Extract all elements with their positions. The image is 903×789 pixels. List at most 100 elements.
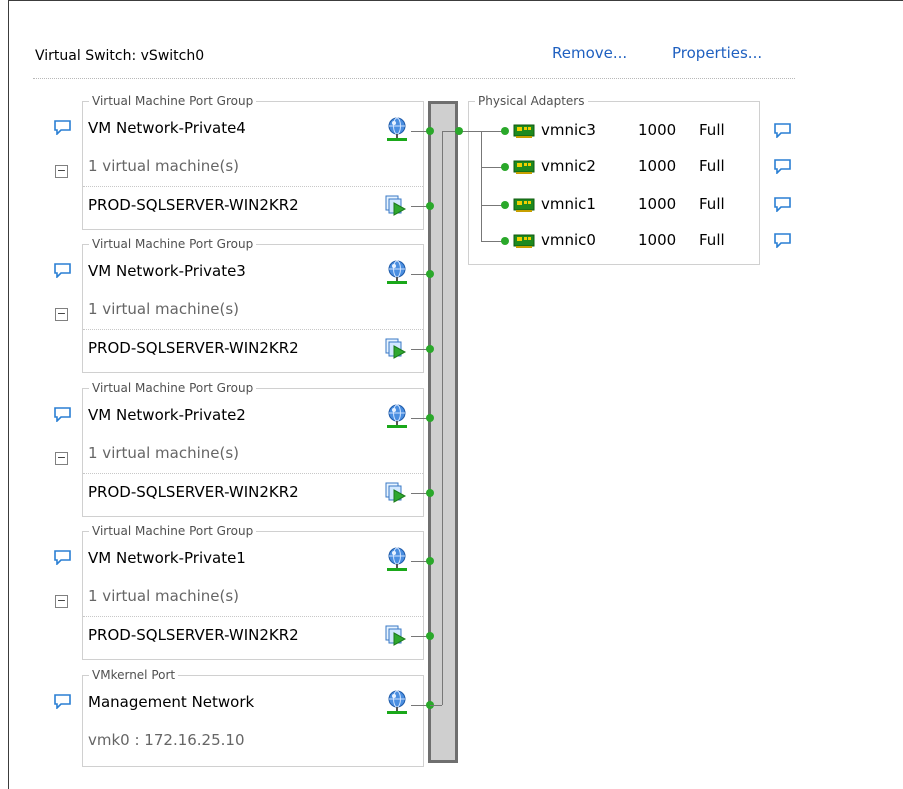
adapter-speed: 1000 — [638, 121, 677, 139]
port-group-name: VM Network-Private3 — [88, 262, 246, 280]
port-group-name: VM Network-Private1 — [88, 549, 246, 567]
vm-row[interactable]: PROD-SQLSERVER-WIN2KR2 — [83, 186, 423, 223]
vm-row[interactable]: PROD-SQLSERVER-WIN2KR2 — [83, 473, 423, 510]
group-type-label: VMkernel Port — [89, 667, 179, 683]
collapse-toggle[interactable]: − — [55, 308, 68, 321]
port-group-name-row[interactable]: VM Network-Private2 — [83, 397, 423, 433]
uplink-connector — [442, 131, 505, 132]
vm-count-label: 1 virtual machine(s) — [88, 587, 240, 605]
vmkernel-address-row: vmk0 : 172.16.25.10 — [83, 722, 423, 758]
network-globe-icon — [385, 689, 411, 717]
group-type-label: Virtual Machine Port Group — [89, 93, 257, 109]
speech-bubble-icon[interactable] — [54, 120, 72, 136]
network-card-icon — [513, 123, 535, 139]
network-card-icon — [513, 159, 535, 175]
vm-row[interactable]: PROD-SQLSERVER-WIN2KR2 — [83, 616, 423, 653]
window-border-left — [8, 0, 9, 789]
connector-dot — [426, 270, 434, 278]
speech-bubble-icon[interactable] — [774, 123, 792, 139]
vswitch-bus — [428, 101, 458, 763]
port-group-name: VM Network-Private4 — [88, 119, 246, 137]
speech-bubble-icon[interactable] — [54, 694, 72, 710]
group-type-label: Virtual Machine Port Group — [89, 380, 257, 396]
port-group-name: VM Network-Private2 — [88, 406, 246, 424]
vm-count-label: 1 virtual machine(s) — [88, 157, 240, 175]
virtual-machine-icon — [385, 195, 407, 217]
collapse-toggle[interactable]: − — [55, 165, 68, 178]
connector-dot — [501, 201, 509, 209]
vmkernel-name: Management Network — [88, 693, 255, 711]
virtual-machine-icon — [385, 482, 407, 504]
vm-row[interactable]: PROD-SQLSERVER-WIN2KR2 — [83, 329, 423, 366]
virtual-machine-icon — [385, 625, 407, 647]
speech-bubble-icon[interactable] — [774, 233, 792, 249]
connector-dot — [501, 127, 509, 135]
connector-dot — [426, 414, 434, 422]
vswitch-title: Virtual Switch: vSwitch0 — [35, 48, 205, 64]
connector-dot — [426, 632, 434, 640]
vm-count-label: 1 virtual machine(s) — [88, 300, 240, 318]
vm-port-group[interactable]: Virtual Machine Port Group VM Network-Pri… — [82, 380, 424, 517]
network-globe-icon — [385, 403, 411, 431]
collapse-toggle[interactable]: − — [55, 595, 68, 608]
vmkernel-port-group[interactable]: VMkernel Port Management Network vmk0 : … — [82, 667, 424, 767]
vm-count-row: 1 virtual machine(s) — [83, 148, 423, 184]
port-group-name-row[interactable]: VM Network-Private3 — [83, 253, 423, 289]
adapter-name[interactable]: vmnic1 — [541, 195, 596, 213]
adapter-duplex: Full — [699, 157, 725, 175]
vmkernel-address: vmk0 : 172.16.25.10 — [88, 731, 245, 749]
group-type-label: Virtual Machine Port Group — [89, 523, 257, 539]
connector-dot — [426, 202, 434, 210]
vm-port-group[interactable]: Virtual Machine Port Group VM Network-Pri… — [82, 523, 424, 660]
adapter-trunk-line — [481, 131, 482, 241]
port-group-name-row[interactable]: VM Network-Private1 — [83, 540, 423, 576]
network-globe-icon — [385, 546, 411, 574]
adapter-name[interactable]: vmnic2 — [541, 157, 596, 175]
connector-dot — [455, 127, 463, 135]
adapter-duplex: Full — [699, 121, 725, 139]
bus-internal-line — [442, 131, 443, 705]
adapter-name[interactable]: vmnic0 — [541, 231, 596, 249]
speech-bubble-icon[interactable] — [774, 197, 792, 213]
vm-count-row: 1 virtual machine(s) — [83, 291, 423, 327]
speech-bubble-icon[interactable] — [54, 550, 72, 566]
physical-adapters-label: Physical Adapters — [475, 93, 588, 109]
window-border-top — [8, 0, 903, 1]
bus-internal-line — [430, 705, 442, 706]
adapter-duplex: Full — [699, 231, 725, 249]
adapter-speed: 1000 — [638, 157, 677, 175]
network-card-icon — [513, 197, 535, 213]
vm-name: PROD-SQLSERVER-WIN2KR2 — [88, 196, 299, 214]
properties-link[interactable]: Properties... — [672, 44, 762, 62]
vm-name: PROD-SQLSERVER-WIN2KR2 — [88, 626, 299, 644]
vm-count-row: 1 virtual machine(s) — [83, 435, 423, 471]
vm-port-group[interactable]: Virtual Machine Port Group VM Network-Pri… — [82, 236, 424, 373]
connector-dot — [426, 345, 434, 353]
connector-dot — [426, 557, 434, 565]
port-group-name-row[interactable]: VM Network-Private4 — [83, 110, 423, 146]
vm-count-label: 1 virtual machine(s) — [88, 444, 240, 462]
connector-dot — [501, 237, 509, 245]
adapter-name[interactable]: vmnic3 — [541, 121, 596, 139]
vm-name: PROD-SQLSERVER-WIN2KR2 — [88, 483, 299, 501]
adapter-duplex: Full — [699, 195, 725, 213]
collapse-toggle[interactable]: − — [55, 452, 68, 465]
speech-bubble-icon[interactable] — [54, 407, 72, 423]
network-card-icon — [513, 233, 535, 249]
connector-dot — [426, 489, 434, 497]
adapter-speed: 1000 — [638, 195, 677, 213]
vm-count-row: 1 virtual machine(s) — [83, 578, 423, 614]
speech-bubble-icon[interactable] — [774, 159, 792, 175]
remove-link[interactable]: Remove... — [552, 44, 627, 62]
header-divider — [33, 78, 795, 79]
virtual-machine-icon — [385, 338, 407, 360]
vm-port-group[interactable]: Virtual Machine Port Group VM Network-Pri… — [82, 93, 424, 230]
connector-dot — [501, 163, 509, 171]
network-globe-icon — [385, 259, 411, 287]
group-type-label: Virtual Machine Port Group — [89, 236, 257, 252]
vm-name: PROD-SQLSERVER-WIN2KR2 — [88, 339, 299, 357]
adapter-speed: 1000 — [638, 231, 677, 249]
speech-bubble-icon[interactable] — [54, 263, 72, 279]
vmkernel-name-row[interactable]: Management Network — [83, 684, 423, 720]
network-globe-icon — [385, 116, 411, 144]
